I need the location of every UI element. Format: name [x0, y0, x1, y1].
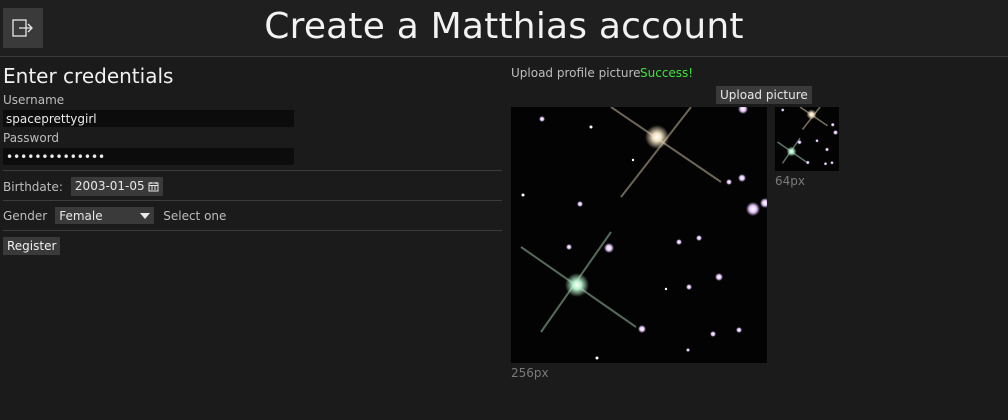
username-label: Username [3, 93, 65, 107]
starfield-thumbnail [777, 106, 838, 166]
gender-label: Gender [3, 208, 48, 223]
page-title: Create a Matthias account [264, 6, 744, 47]
gender-selected-value: Female [59, 208, 103, 223]
calendar-icon [148, 182, 159, 192]
credentials-panel: Enter credentials Username Password Birt… [3, 62, 502, 255]
upload-picture-button[interactable]: Upload picture [716, 86, 812, 104]
large-size-label: 256px [511, 366, 549, 380]
gender-row: Gender Female Select one [3, 207, 226, 224]
starfield-image [520, 104, 770, 360]
gender-hint: Select one [163, 208, 227, 223]
birthdate-picker[interactable]: 2003-01-05 [70, 177, 163, 196]
birthdate-label: Birthdate: [3, 179, 63, 194]
birthdate-value: 2003-01-05 [74, 179, 145, 193]
header-bar: Create a Matthias account [0, 0, 1008, 57]
profile-picture-preview-large [511, 104, 770, 363]
chevron-down-icon [140, 212, 151, 219]
register-button[interactable]: Register [3, 237, 61, 255]
profile-picture-preview-small [775, 106, 839, 171]
divider [3, 200, 502, 201]
username-input[interactable] [3, 110, 294, 127]
credentials-heading: Enter credentials [3, 64, 174, 88]
password-label: Password [3, 131, 60, 145]
small-size-label: 64px [775, 174, 805, 188]
divider [3, 230, 502, 231]
birthdate-row: Birthdate: 2003-01-05 [3, 177, 163, 196]
gender-select[interactable]: Female [55, 207, 155, 224]
upload-label: Upload profile picture [511, 66, 641, 80]
upload-status: Success! [640, 66, 694, 80]
password-input[interactable] [3, 148, 294, 165]
divider [3, 170, 502, 171]
